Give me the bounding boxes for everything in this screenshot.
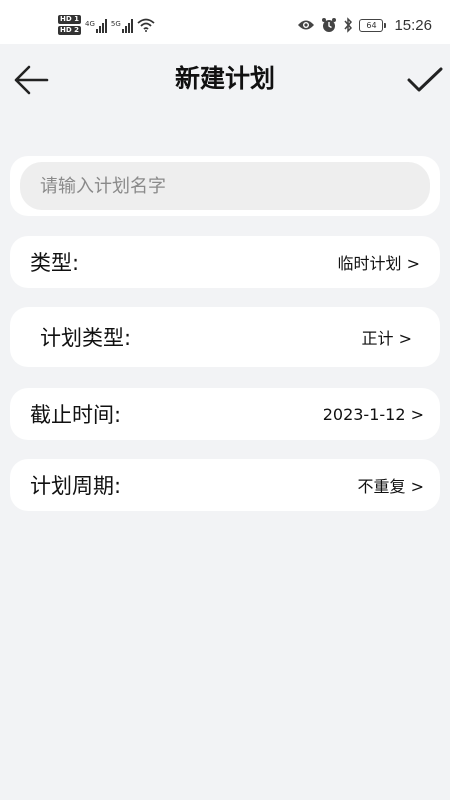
deadline-row[interactable]: 截止时间: 2023-1-12 >: [10, 388, 440, 440]
nav-bar: 新建计划: [0, 44, 450, 114]
status-time: 15:26: [394, 16, 432, 34]
page-title: 新建计划: [174, 64, 275, 93]
plan-type-row[interactable]: 计划类型: 正计 >: [10, 307, 440, 367]
sim2-badge: HD 2: [58, 26, 81, 35]
confirm-button[interactable]: [404, 62, 446, 98]
deadline-value: 2023-1-12 >: [322, 404, 424, 424]
checkmark-icon: [407, 67, 443, 92]
cycle-row[interactable]: 计划周期: 不重复 >: [10, 459, 440, 511]
plan-name-input[interactable]: [20, 162, 430, 210]
signal-icon: [121, 17, 133, 33]
type-value: 临时计划 >: [337, 254, 421, 273]
battery-icon: 64: [359, 18, 387, 32]
sim-indicators: HD 1 HD 2: [58, 15, 81, 35]
plan-name-card: [10, 156, 440, 216]
cycle-value: 不重复 >: [357, 477, 425, 496]
status-left: HD 1 HD 2 4G 5G: [58, 12, 155, 38]
type-label: 类型:: [30, 251, 80, 275]
eye-icon: [298, 20, 315, 30]
signal-group-1: 4G: [85, 17, 107, 33]
status-bar: HD 1 HD 2 4G 5G 64 15:26: [0, 0, 450, 44]
plan-type-label: 计划类型:: [40, 326, 132, 350]
type-row[interactable]: 类型: 临时计划 >: [10, 236, 440, 288]
battery-level: 64: [359, 18, 384, 32]
sim1-badge: HD 1: [58, 15, 81, 24]
network-type-1: 4G: [84, 20, 95, 28]
bluetooth-icon: [344, 17, 353, 33]
signal-group-2: 5G: [111, 17, 133, 33]
alarm-icon: [322, 18, 337, 32]
cycle-label: 计划周期:: [30, 474, 122, 498]
wifi-icon: [137, 18, 155, 32]
plan-type-value: 正计 >: [361, 329, 413, 348]
status-right: 64 15:26: [297, 12, 432, 38]
network-type-2: 5G: [110, 20, 121, 28]
signal-icon: [95, 17, 107, 33]
deadline-label: 截止时间:: [30, 403, 122, 427]
